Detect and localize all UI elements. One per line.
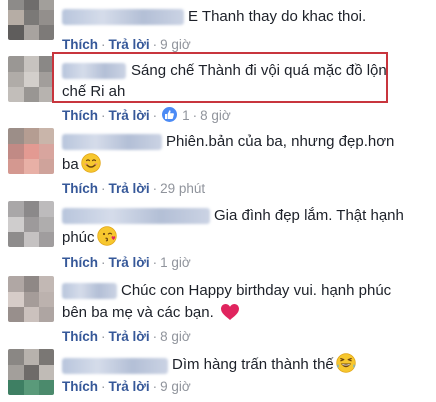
reply-link[interactable]: Trả lời bbox=[109, 379, 150, 394]
comment-actions: Thích · Trả lời · 9 giờ bbox=[62, 378, 191, 396]
like-link[interactable]: Thích bbox=[62, 379, 98, 394]
commenter-name-blurred[interactable] bbox=[62, 358, 168, 374]
comment-text: Sáng chế Thành đi vội quá mặc đồ lộn bbox=[131, 62, 387, 79]
reply-link[interactable]: Trả lời bbox=[109, 108, 150, 123]
kiss-emoji-icon bbox=[96, 226, 117, 254]
separator-dot: · bbox=[101, 181, 106, 196]
separator-dot: · bbox=[192, 108, 198, 123]
separator-dot: · bbox=[152, 181, 158, 196]
separator-dot: · bbox=[101, 108, 106, 123]
reply-link[interactable]: Trả lời bbox=[109, 329, 150, 344]
separator-dot: · bbox=[152, 108, 158, 123]
comment-text: chế Ri ah bbox=[62, 83, 126, 100]
comment-text-line: Dìm hàng trấn thành thế bbox=[172, 356, 334, 373]
comment-timestamp[interactable]: 8 giờ bbox=[160, 329, 191, 344]
like-link[interactable]: Thích bbox=[62, 181, 98, 196]
comment-timestamp[interactable]: 9 giờ bbox=[160, 379, 191, 394]
separator-dot: · bbox=[152, 329, 158, 344]
comment-text-line: ba bbox=[62, 156, 79, 173]
comment-timestamp[interactable]: 9 giờ bbox=[160, 37, 191, 52]
commenter-avatar[interactable] bbox=[8, 276, 54, 322]
reply-link[interactable]: Trả lời bbox=[109, 37, 150, 52]
commenter-avatar[interactable] bbox=[8, 0, 54, 40]
separator-dot: · bbox=[101, 255, 106, 270]
reaction-count[interactable]: 1 bbox=[182, 108, 190, 123]
like-link[interactable]: Thích bbox=[62, 255, 98, 270]
comment-text: Dìm hàng trấn thành thế bbox=[172, 353, 356, 381]
like-link[interactable]: Thích bbox=[62, 329, 98, 344]
separator-dot: · bbox=[152, 255, 158, 270]
commenter-name-blurred[interactable] bbox=[62, 9, 184, 25]
like-link[interactable]: Thích bbox=[62, 108, 98, 123]
separator-dot: · bbox=[101, 37, 106, 52]
reply-link[interactable]: Trả lời bbox=[109, 255, 150, 270]
comment-text: Chúc con Happy birthday vui. hạnh phúc bbox=[121, 282, 392, 299]
comment-text: ba bbox=[62, 153, 101, 181]
like-link[interactable]: Thích bbox=[62, 37, 98, 52]
commenter-name-blurred[interactable] bbox=[62, 63, 126, 79]
comment-timestamp[interactable]: 8 giờ bbox=[200, 108, 231, 123]
comment-text-line: phúc bbox=[62, 229, 95, 246]
comment-text: Gia đình đẹp lắm. Thật hạnh bbox=[214, 207, 404, 224]
comment-text: E Thanh thay do khac thoi. bbox=[188, 8, 367, 25]
comment-text: Phiên.bản của ba, nhưng đẹp.hơn bbox=[166, 133, 395, 150]
smile-emoji-icon bbox=[80, 153, 101, 181]
separator-dot: · bbox=[152, 37, 158, 52]
thumbs-up-icon[interactable] bbox=[162, 107, 178, 122]
separator-dot: · bbox=[101, 379, 106, 394]
laughing-emoji-icon bbox=[336, 353, 356, 381]
comment-actions: Thích · Trả lời · 1 giờ bbox=[62, 254, 191, 272]
commenter-avatar[interactable] bbox=[8, 128, 54, 174]
separator-dot: · bbox=[152, 379, 158, 394]
commenter-name-blurred[interactable] bbox=[62, 208, 210, 224]
comment-text: bên ba mẹ và các bạn. bbox=[62, 301, 240, 329]
comment-actions: Thích · Trả lời · 29 phút bbox=[62, 180, 205, 198]
heart-emoji-icon bbox=[220, 303, 240, 329]
separator-dot: · bbox=[101, 329, 106, 344]
commenter-avatar[interactable] bbox=[8, 349, 54, 395]
comment-timestamp[interactable]: 29 phút bbox=[160, 181, 205, 196]
comment-actions: Thích · Trả lời · 1 · 8 giờ bbox=[62, 107, 231, 125]
commenter-avatar[interactable] bbox=[8, 201, 54, 247]
commenter-avatar[interactable] bbox=[8, 56, 54, 102]
commenter-name-blurred[interactable] bbox=[62, 283, 117, 299]
comment-timestamp[interactable]: 1 giờ bbox=[160, 255, 191, 270]
comment-text-line: bên ba mẹ và các bạn. bbox=[62, 304, 214, 321]
comment-actions: Thích · Trả lời · 8 giờ bbox=[62, 328, 191, 346]
comment-text: phúc bbox=[62, 226, 117, 254]
commenter-name-blurred[interactable] bbox=[62, 134, 162, 150]
reply-link[interactable]: Trả lời bbox=[109, 181, 150, 196]
